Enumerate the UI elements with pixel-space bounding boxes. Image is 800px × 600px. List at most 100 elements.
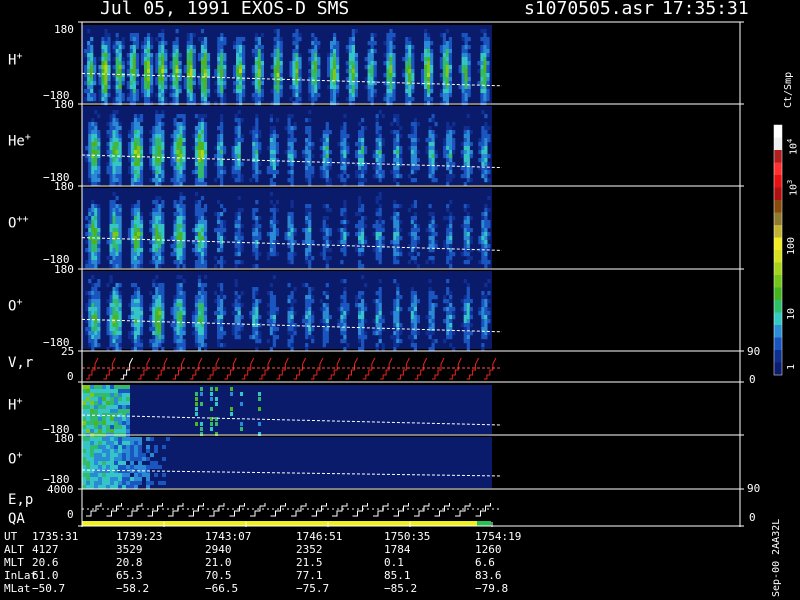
spectrogram-cell <box>322 291 326 296</box>
spectrogram-cell <box>249 315 253 320</box>
spectrogram-cell <box>266 303 270 308</box>
spectrogram-cell <box>290 224 294 229</box>
spectrogram-cell <box>354 69 358 74</box>
spectrogram-cell <box>86 449 90 453</box>
spectrogram-cell <box>449 212 453 217</box>
spectrogram-cell <box>314 97 318 102</box>
spectrogram-cell <box>336 69 340 74</box>
spectrogram-cell <box>87 93 91 98</box>
spectrogram-cell <box>206 65 211 70</box>
spectrogram-cell <box>411 73 415 78</box>
spectrogram-cell <box>126 93 130 98</box>
spectrogram-cell <box>230 412 233 416</box>
spectrogram-cell <box>354 85 358 90</box>
spectrogram-cell <box>215 402 218 406</box>
spectrogram-cell <box>136 260 141 265</box>
spectrogram-cell <box>88 295 92 300</box>
spectrogram-cell <box>396 339 400 344</box>
spectrogram-cell <box>389 93 393 98</box>
spectrogram-cell <box>276 49 280 54</box>
spectrogram-cell <box>220 236 224 241</box>
spectrogram-cell <box>118 421 122 425</box>
spectrogram-cell <box>381 319 385 324</box>
spectrogram-cell <box>91 252 95 257</box>
spectrogram-cell <box>292 49 296 54</box>
spectrogram-cell <box>176 146 180 151</box>
spectrogram-cell <box>486 97 490 102</box>
spectrogram-cell <box>340 138 344 143</box>
spectrogram-cell <box>147 93 151 98</box>
spectrogram-cell <box>107 65 111 70</box>
spectrogram-cell <box>107 57 111 62</box>
spectrogram-cell <box>340 339 344 344</box>
spectrogram-cell <box>192 57 196 62</box>
spectrogram-cell <box>305 315 309 320</box>
spectrogram-cell <box>115 33 119 38</box>
spectrogram-cell <box>87 45 91 50</box>
spectrogram-cell <box>115 303 119 308</box>
spectrogram-cell <box>487 315 491 320</box>
spectrogram-cell <box>86 441 90 445</box>
spectrogram-cell <box>97 166 101 171</box>
spectrogram-cell <box>411 97 415 102</box>
spectrogram-cell <box>370 93 374 98</box>
spectrogram-cell <box>272 236 276 241</box>
spectrogram-cell <box>439 33 443 38</box>
spectrogram-cell <box>200 37 205 42</box>
spectrogram-cell <box>130 252 135 257</box>
spectrogram-cell <box>195 392 198 396</box>
spectrogram-cell <box>173 327 177 332</box>
spectrogram-cell <box>481 295 485 300</box>
spectrogram-cell <box>290 146 294 151</box>
spectrogram-cell <box>134 441 138 445</box>
spectrogram-cell <box>258 224 262 229</box>
spectrogram-cell <box>197 252 202 257</box>
spectrogram-cell <box>237 196 241 201</box>
spectrogram-cell <box>458 85 462 90</box>
spectrogram-cell <box>410 158 414 163</box>
spectrogram-cell <box>106 146 110 151</box>
spectrogram-cell <box>236 41 240 46</box>
spectrogram-cell <box>255 166 259 171</box>
spectrogram-cell <box>133 244 138 249</box>
spectrogram-cell <box>191 228 196 233</box>
spectrogram-cell <box>484 216 488 221</box>
spectrogram-cell <box>411 65 415 70</box>
spectrogram-cell <box>370 73 374 78</box>
spectrogram-cell <box>375 307 379 312</box>
spectrogram-cell <box>292 65 296 70</box>
spectrogram-cell <box>179 130 183 135</box>
spectrogram-cell <box>189 97 193 102</box>
spectrogram-cell <box>106 461 110 465</box>
spectrogram-cell <box>173 178 177 183</box>
spectrogram-cell <box>308 208 312 213</box>
spectrogram-cell <box>410 248 414 253</box>
spectrogram-cell <box>182 138 186 143</box>
spectrogram-cell <box>197 154 202 159</box>
spectrogram-cell <box>442 77 446 82</box>
spectrogram-cell <box>122 453 126 457</box>
colorbar-title: Ct/Smp <box>783 71 794 108</box>
spectrogram-cell <box>396 335 400 340</box>
spectrogram-cell <box>173 303 177 308</box>
spectrogram-cell <box>407 260 411 265</box>
spectrogram-cell <box>176 204 180 209</box>
spectrogram-cell <box>161 303 165 308</box>
spectrogram-cell <box>311 315 315 320</box>
spectrogram-cell <box>405 57 409 62</box>
spectrogram-cell <box>464 93 468 98</box>
spectrogram-cell <box>252 264 256 269</box>
spectrogram-cell <box>287 146 291 151</box>
spectrogram-cell <box>203 61 208 66</box>
spectrogram-cell <box>126 421 130 425</box>
spectrogram-cell <box>343 170 347 175</box>
spectrogram-cell <box>314 89 318 94</box>
spectrogram-cell <box>136 154 141 159</box>
spectrogram-cell <box>411 49 415 54</box>
spectrogram-cell <box>322 232 326 237</box>
spectrogram-cell <box>345 85 349 90</box>
cell-ut-1: 1739:23 <box>116 530 163 543</box>
spectrogram-cell <box>290 220 294 225</box>
spectrogram-cell <box>466 303 470 308</box>
spectrogram-cell <box>375 170 379 175</box>
